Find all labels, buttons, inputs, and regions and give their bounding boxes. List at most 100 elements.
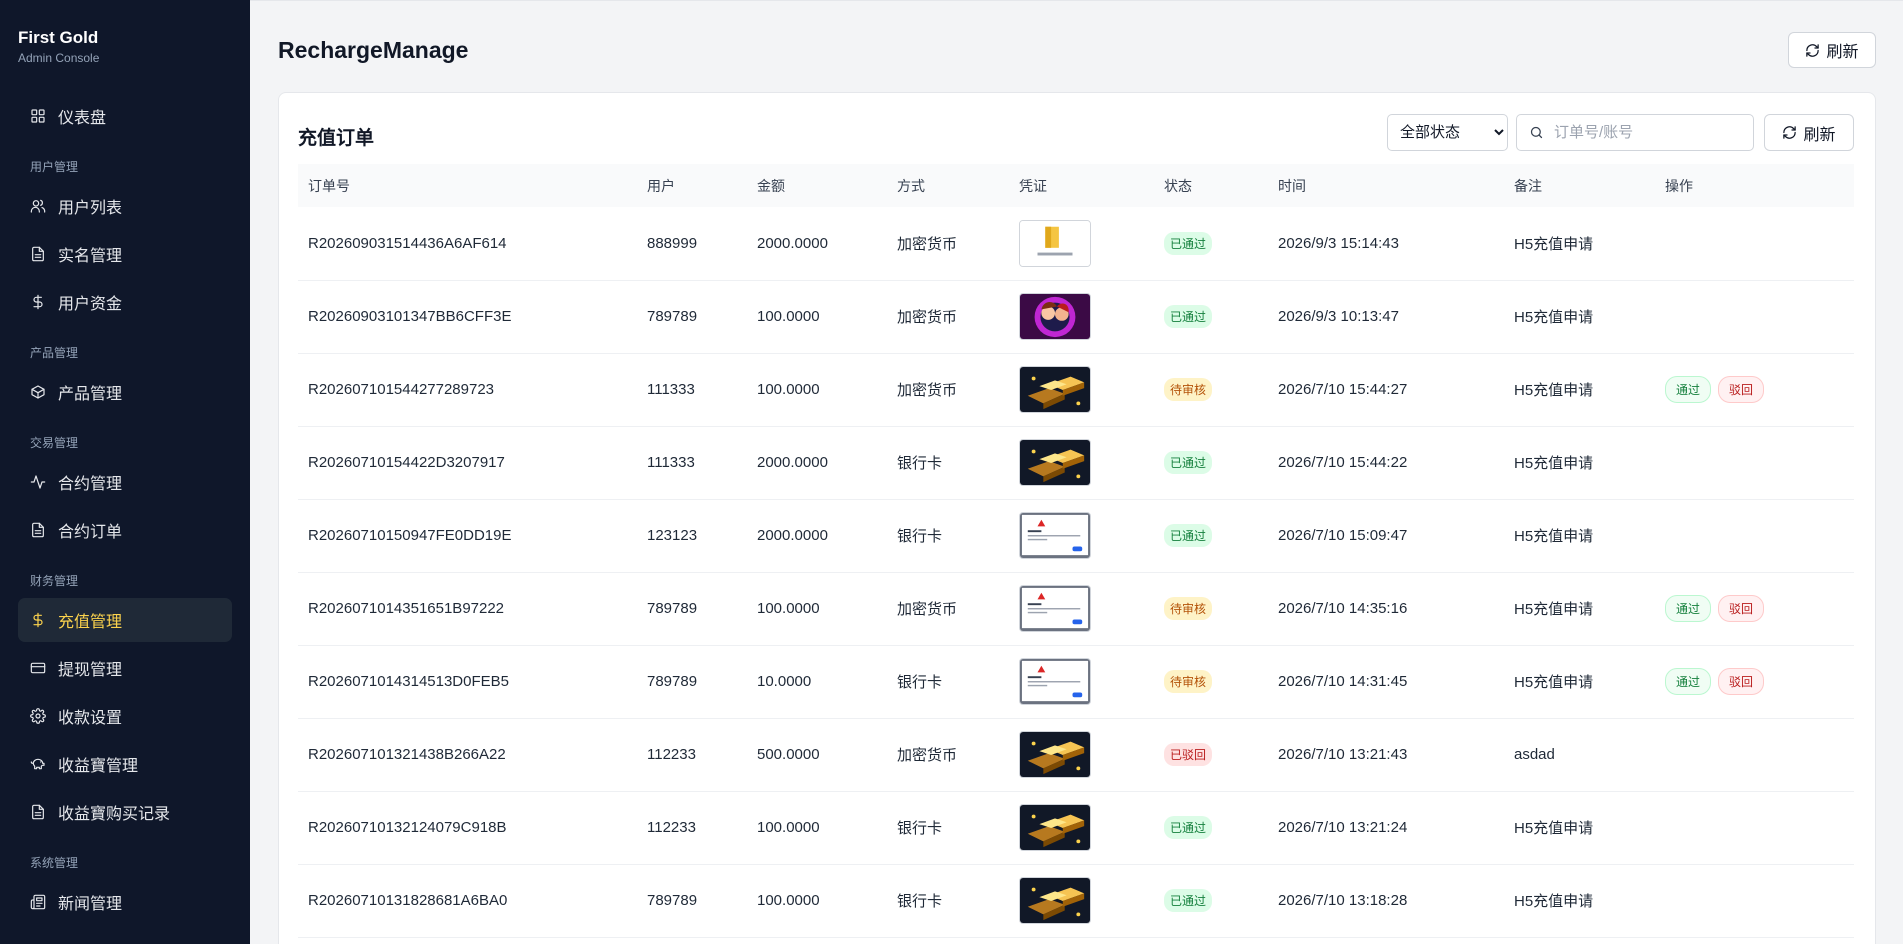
table-row: R20260903101347BB6CFF3E 789789 100.0000 加密货… — [298, 280, 1854, 353]
voucher-thumbnail[interactable] — [1019, 293, 1091, 340]
approve-button[interactable]: 通过 — [1665, 376, 1712, 403]
voucher-image — [1020, 586, 1090, 631]
amount: 100.0000 — [757, 381, 820, 398]
sidebar-item-label: 充值管理 — [58, 614, 123, 631]
status-badge: 待审核 — [1164, 670, 1213, 693]
table-row: R202607101321438B266A22 112233 500.0000 加密货… — [298, 718, 1854, 791]
voucher-thumbnail[interactable] — [1019, 439, 1091, 486]
status-cell: 已通过 — [1154, 280, 1268, 353]
voucher-cell — [1009, 353, 1154, 426]
card-title: 充值订单 — [298, 128, 375, 149]
sidebar-item-label: 用户列表 — [58, 200, 123, 217]
sidebar-item-15[interactable]: 收益寶管理 — [18, 742, 232, 786]
status-cell: 待审核 — [1154, 572, 1268, 645]
page-refresh-button[interactable]: 刷新 — [1788, 32, 1876, 68]
amount: 2000.0000 — [757, 234, 828, 252]
refresh-icon — [1783, 126, 1797, 139]
table-row: R202609031514436A6AF614 888999 2000.0000 加密… — [298, 207, 1854, 280]
voucher-thumbnail[interactable] — [1019, 658, 1091, 705]
reject-button[interactable]: 驳回 — [1718, 376, 1765, 403]
order-time: 2026/9/3 10:13:47 — [1278, 308, 1399, 325]
reject-button[interactable]: 驳回 — [1718, 595, 1765, 622]
page-refresh-label: 刷新 — [1826, 44, 1859, 61]
payment-method: 银行卡 — [897, 893, 943, 910]
order-time: 2026/7/10 13:21:43 — [1278, 746, 1408, 763]
user-account: 789789 — [647, 600, 698, 617]
user-account: 123123 — [647, 527, 698, 544]
brand-title: First Gold — [18, 28, 99, 47]
column-header: 金额 — [757, 177, 785, 194]
sidebar-item-5[interactable]: 用户资金 — [18, 280, 232, 324]
sidebar-group-label: 交易管理 — [30, 436, 79, 450]
sidebar-item-1[interactable]: 仪表盘 — [18, 94, 232, 138]
sidebar-group-label: 用户管理 — [30, 160, 79, 174]
sidebar-group-label: 产品管理 — [30, 346, 79, 360]
sidebar-item-label: 用户资金 — [58, 296, 123, 313]
payment-method: 银行卡 — [897, 528, 943, 545]
user-account: 111333 — [647, 454, 695, 471]
table-refresh-button[interactable]: 刷新 — [1764, 114, 1854, 151]
order-time: 2026/7/10 15:09:47 — [1278, 527, 1408, 544]
status-cell: 已驳回 — [1154, 718, 1268, 791]
order-number: R202607101544277289723 — [308, 381, 495, 398]
document-icon — [32, 804, 44, 820]
main-content: RechargeManage 刷新 充值订单 全部状态 刷新 订单号 用户 金额 方式… — [250, 0, 1903, 944]
order-number: R20260710131828681A6BA0 — [308, 892, 508, 909]
voucher-thumbnail[interactable] — [1019, 877, 1091, 924]
voucher-thumbnail[interactable] — [1019, 366, 1091, 413]
payment-method: 加密货币 — [897, 747, 958, 764]
order-note: H5充值申请 — [1514, 455, 1594, 472]
brand: First Gold Admin Console — [0, 0, 250, 90]
status-badge: 已通过 — [1164, 524, 1213, 547]
table-row: R2026071014351651B97222 789789 100.0000 加密货… — [298, 572, 1854, 645]
sidebar-item-16[interactable]: 收益寶购买记录 — [18, 790, 232, 834]
column-header: 操作 — [1665, 177, 1693, 194]
sidebar-item-4[interactable]: 实名管理 — [18, 232, 232, 276]
gear-icon — [30, 708, 46, 724]
voucher-image — [1020, 367, 1090, 412]
sidebar-item-7[interactable]: 产品管理 — [18, 370, 232, 414]
status-cell: 待审核 — [1154, 645, 1268, 718]
actions-cell: 通过 驳回 — [1655, 645, 1854, 718]
dollar-icon — [33, 294, 43, 310]
sidebar-item-9[interactable]: 合约管理 — [18, 460, 232, 504]
dashboard-icon — [31, 109, 45, 123]
voucher-image — [1020, 878, 1090, 923]
voucher-cell — [1009, 280, 1154, 353]
voucher-thumbnail[interactable] — [1019, 585, 1091, 632]
table-refresh-label: 刷新 — [1803, 126, 1836, 144]
search-box[interactable] — [1516, 114, 1754, 151]
column-header: 方式 — [897, 177, 925, 194]
voucher-thumbnail[interactable] — [1019, 804, 1091, 851]
amount: 500.0000 — [757, 746, 820, 763]
approve-button[interactable]: 通过 — [1665, 595, 1712, 622]
approve-button[interactable]: 通过 — [1665, 668, 1712, 695]
activity-icon — [30, 475, 46, 489]
order-number: R202609031514436A6AF614 — [308, 234, 507, 252]
status-filter-select[interactable]: 全部状态 — [1387, 114, 1508, 151]
voucher-thumbnail[interactable] — [1019, 731, 1091, 778]
order-number: R2026071014314513D0FEB5 — [308, 673, 509, 690]
reject-button[interactable]: 驳回 — [1718, 668, 1765, 695]
recharge-orders-card: 充值订单 全部状态 刷新 订单号 用户 金额 方式 凭证 状态 时间 备注 操作 R202609… — [278, 92, 1876, 944]
sidebar-item-10[interactable]: 合约订单 — [18, 508, 232, 552]
status-badge: 已通过 — [1164, 231, 1213, 255]
box-icon — [31, 385, 45, 399]
amount: 100.0000 — [757, 600, 820, 617]
sidebar-item-13[interactable]: 提现管理 — [18, 646, 232, 690]
voucher-thumbnail[interactable] — [1019, 219, 1091, 267]
voucher-thumbnail[interactable] — [1019, 512, 1091, 559]
order-note: H5充值申请 — [1514, 674, 1594, 691]
amount: 100.0000 — [757, 892, 820, 909]
actions-cell — [1655, 207, 1854, 280]
sidebar-item-label: 收益寶管理 — [58, 758, 139, 775]
sidebar-item-18[interactable]: 新闻管理 — [18, 880, 232, 924]
payment-method: 加密货币 — [897, 309, 958, 326]
user-account: 789789 — [647, 892, 698, 909]
search-input[interactable] — [1554, 124, 1734, 141]
sidebar-item-12[interactable]: 充值管理 — [18, 598, 232, 642]
column-header: 订单号 — [308, 177, 350, 194]
sidebar-item-14[interactable]: 收款设置 — [18, 694, 232, 738]
sidebar-item-3[interactable]: 用户列表 — [18, 184, 232, 228]
column-header: 用户 — [647, 177, 675, 194]
